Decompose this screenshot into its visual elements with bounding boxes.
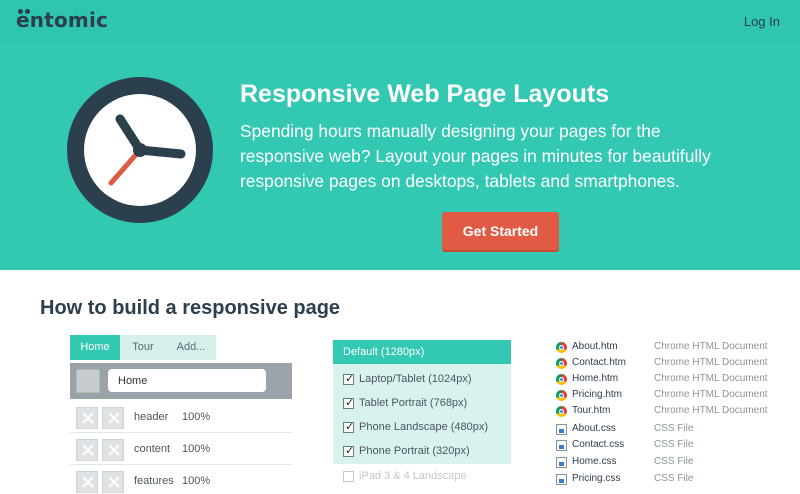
- chrome-icon: [556, 358, 567, 369]
- row-width: 100%: [182, 475, 211, 487]
- section-title: How to build a responsive page: [40, 297, 341, 319]
- file-item[interactable]: Tour.htm Chrome HTML Document: [556, 404, 800, 420]
- file-item[interactable]: Pricing.css CSS File: [556, 472, 800, 488]
- row-name: content: [134, 443, 171, 455]
- file-type: CSS File: [654, 473, 694, 484]
- layout-row-header[interactable]: header 100%: [70, 403, 292, 433]
- logo-dot-right: [25, 9, 30, 14]
- hero-banner: Responsive Web Page Layouts Spending hou…: [0, 44, 800, 270]
- file-item[interactable]: About.css CSS File: [556, 422, 800, 438]
- layout-row-content[interactable]: content 100%: [70, 435, 292, 465]
- file-name: Home.htm: [572, 373, 619, 384]
- file-type: Chrome HTML Document: [654, 357, 768, 368]
- nav-name-input[interactable]: [108, 369, 266, 392]
- move-icon[interactable]: [76, 471, 98, 493]
- file-type: Chrome HTML Document: [654, 405, 768, 416]
- move-icon[interactable]: [76, 407, 98, 429]
- layout-editor-preview: Home Tour Add... header 100% content 100…: [70, 335, 292, 494]
- checkbox[interactable]: [343, 444, 354, 457]
- breakpoint-label: Phone Landscape (480px): [359, 421, 489, 433]
- file-name: Contact.css: [572, 439, 625, 450]
- chrome-icon: [556, 406, 567, 417]
- css-file-icon: [556, 457, 567, 468]
- get-started-button[interactable]: Get Started: [442, 212, 559, 250]
- file-name: Tour.htm: [572, 405, 611, 416]
- hero-description: Spending hours manually designing your p…: [240, 121, 711, 191]
- file-name: Contact.htm: [572, 357, 626, 368]
- breakpoint-label: iPad 3 & 4 Landscape: [359, 470, 467, 482]
- chrome-icon: [556, 374, 567, 385]
- checkbox[interactable]: [343, 471, 354, 482]
- row-width: 100%: [182, 443, 211, 455]
- row-name: header: [134, 411, 169, 423]
- layout-row-features[interactable]: features 100%: [70, 467, 292, 494]
- css-file-icon: [556, 474, 567, 485]
- breakpoints-panel: Default (1280px) Laptop/Tablet (1024px) …: [333, 340, 511, 464]
- file-type: Chrome HTML Document: [654, 373, 768, 384]
- file-name: About.htm: [572, 341, 618, 352]
- top-bar: entomic Log In: [0, 0, 800, 44]
- file-name: Pricing.css: [572, 473, 621, 484]
- page-tabs: Home Tour Add...: [70, 335, 216, 360]
- css-file-icon: [556, 424, 567, 435]
- hero-title: Responsive Web Page Layouts: [240, 80, 610, 108]
- tab-tour[interactable]: Tour: [120, 335, 166, 360]
- delete-icon[interactable]: [102, 439, 124, 461]
- login-link[interactable]: Log In: [744, 14, 780, 29]
- breakpoint-label: Phone Portrait (320px): [359, 445, 470, 457]
- file-item[interactable]: Home.css CSS File: [556, 455, 800, 471]
- breakpoint-label: Tablet Portrait (768px): [359, 397, 468, 409]
- file-name: About.css: [572, 423, 616, 434]
- file-item[interactable]: Home.htm Chrome HTML Document: [556, 372, 800, 388]
- file-name: Home.css: [572, 456, 617, 467]
- delete-icon[interactable]: [102, 407, 124, 429]
- file-item[interactable]: Pricing.htm Chrome HTML Document: [556, 388, 800, 404]
- checkbox[interactable]: [343, 420, 354, 433]
- row-width: 100%: [182, 411, 211, 423]
- logo[interactable]: entomic: [16, 8, 108, 32]
- file-type: CSS File: [654, 439, 694, 450]
- nav-handle-icon[interactable]: [76, 369, 100, 393]
- breakpoint-label: Laptop/Tablet (1024px): [359, 373, 472, 385]
- checkbox[interactable]: [343, 396, 354, 409]
- file-item[interactable]: About.htm Chrome HTML Document: [556, 340, 800, 356]
- clock-icon: [67, 77, 213, 223]
- chrome-icon: [556, 342, 567, 353]
- file-type: Chrome HTML Document: [654, 389, 768, 400]
- file-item[interactable]: Contact.css CSS File: [556, 438, 800, 454]
- nav-row: [70, 363, 292, 399]
- checkbox[interactable]: [343, 372, 354, 385]
- logo-dot-left: [18, 9, 23, 14]
- breakpoint-default[interactable]: Default (1280px): [333, 340, 511, 364]
- row-name: features: [134, 475, 174, 487]
- delete-icon[interactable]: [102, 471, 124, 493]
- file-name: Pricing.htm: [572, 389, 623, 400]
- file-item[interactable]: Contact.htm Chrome HTML Document: [556, 356, 800, 372]
- move-icon[interactable]: [76, 439, 98, 461]
- css-file-icon: [556, 440, 567, 451]
- file-type: Chrome HTML Document: [654, 341, 768, 352]
- file-type: CSS File: [654, 423, 694, 434]
- tab-home[interactable]: Home: [70, 335, 120, 360]
- file-type: CSS File: [654, 456, 694, 467]
- chrome-icon: [556, 390, 567, 401]
- tab-add[interactable]: Add...: [166, 335, 216, 360]
